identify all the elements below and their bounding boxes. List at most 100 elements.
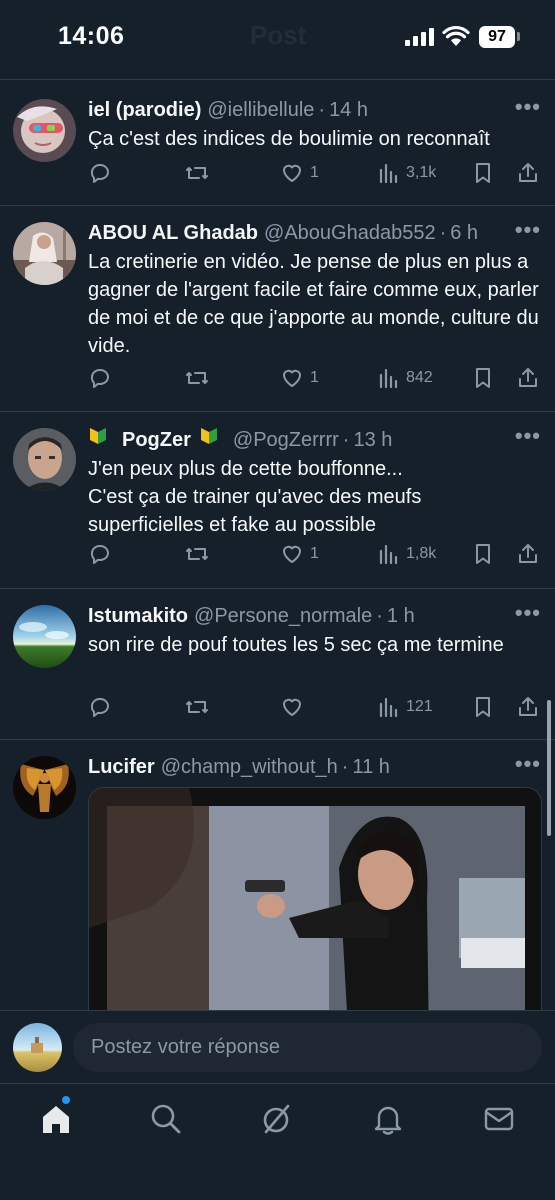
reply-icon (90, 164, 109, 183)
reply-feed[interactable]: iel (parodie) @iellibellule · 14 h ••• Ç… (0, 81, 555, 1010)
author-handle[interactable]: @iellibellule (207, 97, 314, 123)
like-count: 1 (310, 164, 319, 181)
tweet-header: Lucifer @champ_without_h · 11 h (88, 754, 541, 780)
repost-button[interactable] (184, 695, 210, 719)
tweet-4[interactable]: Istumakito @Persone_normale · 1 h ••• so… (0, 589, 555, 740)
author-name[interactable]: Lucifer (88, 754, 155, 780)
tweet-3[interactable]: PogZer @PogZerrrr · 13 h ••• J'en peux p… (0, 412, 555, 589)
views-button[interactable]: 121 (378, 695, 433, 719)
heart-icon (283, 164, 301, 182)
reply-icon (90, 698, 109, 717)
tab-search[interactable] (149, 1102, 183, 1136)
share-button[interactable] (516, 542, 540, 566)
repost-button[interactable] (184, 161, 210, 185)
dot-separator: · (342, 429, 350, 451)
more-options-icon[interactable]: ••• (515, 96, 541, 118)
avatar[interactable] (13, 428, 76, 491)
tab-messages[interactable] (482, 1102, 516, 1136)
views-button[interactable]: 3,1k (378, 161, 436, 185)
tweet-1[interactable]: iel (parodie) @iellibellule · 14 h ••• Ç… (0, 81, 555, 206)
reply-composer: Postez votre réponse (0, 1010, 555, 1083)
more-options-icon[interactable]: ••• (515, 219, 541, 241)
avatar[interactable] (13, 99, 76, 162)
video-thumbnail[interactable] (88, 787, 542, 1010)
share-button[interactable] (516, 366, 540, 390)
avatar[interactable] (13, 756, 76, 819)
battery-level: 97 (479, 26, 515, 48)
author-name[interactable]: PogZer (122, 427, 191, 453)
beginner-badge-icon (200, 428, 217, 444)
avatar[interactable] (13, 605, 76, 668)
wifi-icon (442, 25, 470, 46)
like-button[interactable]: 1 (280, 161, 319, 185)
header-title-ghost: Post (250, 20, 307, 50)
timestamp[interactable]: 14 h (329, 97, 368, 123)
view-count: 1,8k (406, 545, 437, 562)
bookmark-button[interactable] (472, 366, 494, 390)
dot-separator: · (318, 99, 326, 121)
tab-notifications[interactable] (371, 1102, 405, 1136)
scrollbar[interactable] (547, 700, 551, 836)
tweet-text: J'en peux plus de cette bouffonne... C'e… (88, 458, 422, 536)
cellular-signal-icon (405, 28, 435, 46)
app-screen: Post 14:06 97 iel (parodie) @iellibellul… (0, 0, 555, 1200)
author-name[interactable]: Istumakito (88, 603, 188, 629)
author-handle[interactable]: @PogZerrrr (233, 427, 339, 453)
reply-button[interactable] (88, 695, 112, 719)
more-options-icon[interactable]: ••• (515, 753, 541, 775)
bookmark-icon (476, 697, 490, 717)
like-button[interactable]: 1 (280, 366, 319, 390)
reply-button[interactable] (88, 161, 112, 185)
notifications-icon (374, 1106, 402, 1135)
bookmark-icon (476, 544, 490, 564)
timestamp[interactable]: 13 h (353, 427, 392, 453)
bookmark-icon (476, 368, 490, 388)
like-count: 1 (310, 369, 319, 386)
reply-button[interactable] (88, 366, 112, 390)
repost-icon (186, 167, 208, 179)
author-handle[interactable]: @AbouGhadab552 (264, 220, 436, 246)
share-icon (519, 544, 537, 563)
more-options-icon[interactable]: ••• (515, 425, 541, 447)
user-avatar[interactable] (13, 1023, 62, 1072)
tweet-2[interactable]: ABOU AL Ghadab @AbouGhadab552 · 6 h ••• … (0, 206, 555, 412)
author-name[interactable]: ABOU AL Ghadab (88, 220, 258, 246)
like-button[interactable] (280, 695, 310, 719)
views-button[interactable]: 1,8k (378, 542, 436, 566)
share-button[interactable] (516, 161, 540, 185)
share-button[interactable] (516, 695, 540, 719)
reply-button[interactable] (88, 542, 112, 566)
timestamp[interactable]: 1 h (387, 603, 415, 629)
like-button[interactable]: 1 (280, 542, 319, 566)
avatar[interactable] (13, 222, 76, 285)
bookmark-button[interactable] (472, 161, 494, 185)
repost-icon (186, 372, 208, 384)
dot-separator: · (376, 605, 383, 627)
tab-home[interactable] (39, 1102, 73, 1136)
timestamp[interactable]: 6 h (450, 220, 478, 246)
bookmark-button[interactable] (472, 542, 494, 566)
reply-icon (90, 369, 109, 388)
battery-tip (517, 32, 520, 41)
timestamp[interactable]: 11 h (352, 754, 389, 780)
bookmark-button[interactable] (472, 695, 494, 719)
repost-button[interactable] (184, 366, 210, 390)
reply-icon (90, 545, 109, 564)
repost-icon (186, 548, 208, 560)
tweet-text: Ça c'est des indices de boulimie on reco… (88, 128, 490, 150)
views-icon (379, 163, 398, 184)
author-handle[interactable]: @champ_without_h (161, 754, 338, 780)
tweet-5[interactable]: Lucifer @champ_without_h · 11 h ••• (0, 740, 555, 1010)
tweet-header: ABOU AL Ghadab @AbouGhadab552 · 6 h (88, 220, 541, 246)
tweet-header: PogZer @PogZerrrr · 13 h (88, 426, 541, 453)
more-options-icon[interactable]: ••• (515, 602, 541, 624)
views-button[interactable]: 842 (378, 366, 433, 390)
author-name[interactable]: iel (parodie) (88, 97, 201, 123)
author-handle[interactable]: @Persone_normale (194, 603, 372, 629)
share-icon (519, 163, 537, 182)
repost-icon (186, 701, 208, 713)
repost-button[interactable] (184, 542, 210, 566)
reply-input[interactable]: Postez votre réponse (73, 1023, 542, 1072)
tab-grok[interactable] (260, 1102, 294, 1136)
heart-icon (283, 369, 301, 387)
